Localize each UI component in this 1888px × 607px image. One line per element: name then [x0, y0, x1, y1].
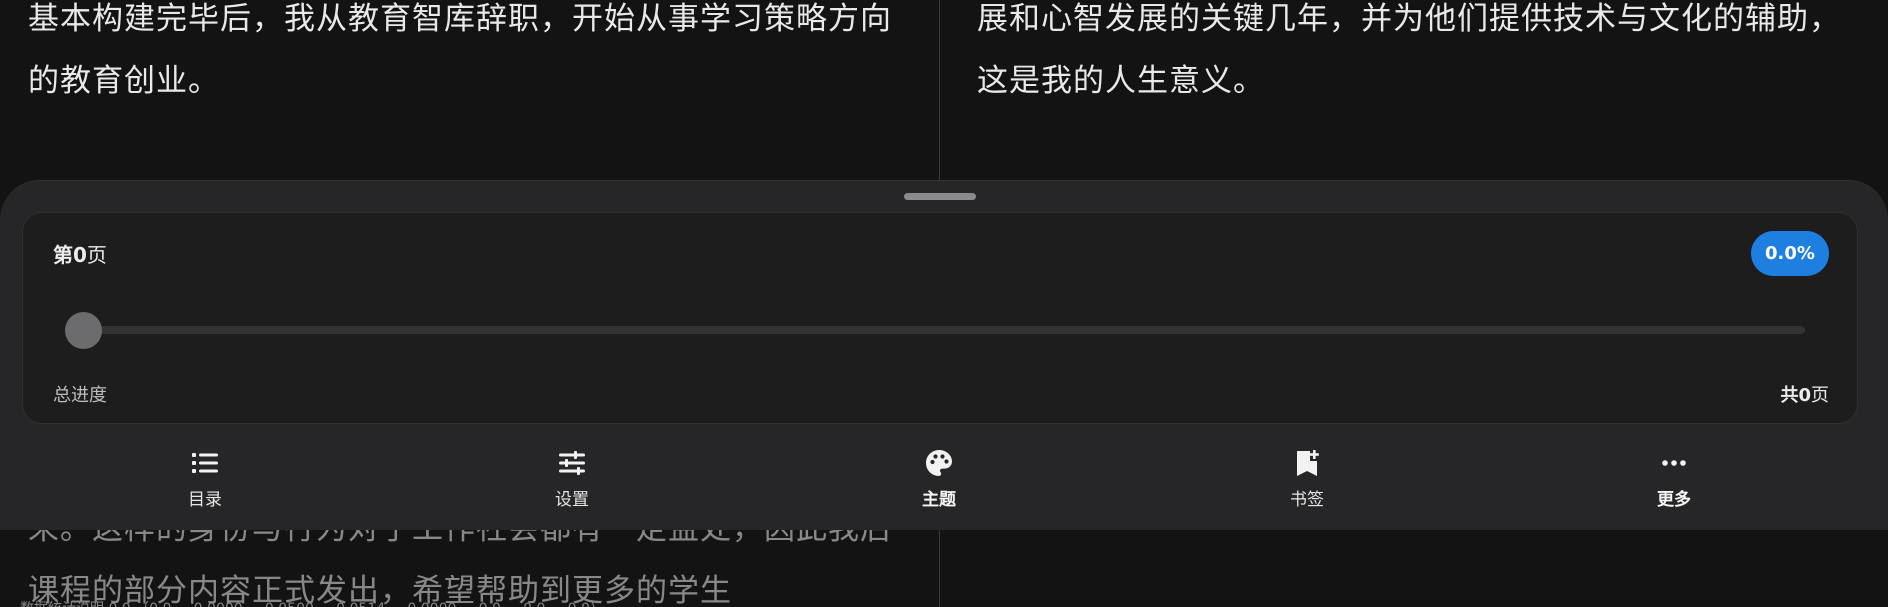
- total-number: 0: [1798, 385, 1811, 406]
- total-pages-label: 共0页: [1780, 381, 1829, 407]
- list-icon: [191, 449, 219, 477]
- theme-button[interactable]: 主题: [879, 449, 999, 510]
- toc-label: 目录: [188, 490, 222, 510]
- left-page-top-text: 基本构建完毕后，我从教育智库辞职，开始从事学习策略方向的教育创业。: [28, 1, 892, 99]
- sheet-drag-handle[interactable]: [904, 193, 976, 200]
- palette-icon: [925, 449, 953, 477]
- toc-button[interactable]: 目录: [145, 449, 265, 510]
- total-progress-label: 总进度: [53, 385, 107, 406]
- reader-control-sheet: 第0页 0.0% 总进度 共0页 目录 设置 主题 书签 更多: [0, 180, 1888, 530]
- progress-slider-thumb[interactable]: [64, 312, 102, 349]
- sliders-icon: [558, 449, 586, 477]
- more-icon: [1660, 449, 1688, 477]
- more-label: 更多: [1657, 490, 1691, 510]
- settings-button[interactable]: 设置: [512, 449, 632, 510]
- page-suffix: 页: [86, 243, 107, 267]
- page-prefix: 第: [53, 243, 73, 267]
- bookmark-label: 书签: [1290, 490, 1324, 510]
- progress-card: 第0页 0.0% 总进度 共0页: [22, 212, 1858, 424]
- progress-slider-track[interactable]: [71, 326, 1805, 334]
- reader-toolbar: 目录 设置 主题 书签 更多: [0, 449, 1888, 519]
- total-prefix: 共: [1780, 385, 1799, 406]
- theme-label: 主题: [922, 490, 956, 510]
- page-number: 0: [73, 243, 87, 267]
- progress-percent-badge: 0.0%: [1751, 231, 1829, 276]
- more-button[interactable]: 更多: [1614, 449, 1734, 510]
- current-page-label: 第0页: [53, 239, 107, 268]
- bookmark-button[interactable]: 书签: [1247, 449, 1367, 510]
- status-line: 数据统计说明 0.0 （0.0 ... 0.0000 ... 0.0500 ..…: [20, 598, 604, 607]
- bookmark-add-icon: [1293, 449, 1321, 477]
- total-suffix: 页: [1811, 385, 1829, 406]
- settings-label: 设置: [555, 490, 589, 510]
- right-page-top-text: 展和心智发展的关键几年，并为他们提供技术与文化的辅助，这是我的人生意义。: [977, 1, 1841, 99]
